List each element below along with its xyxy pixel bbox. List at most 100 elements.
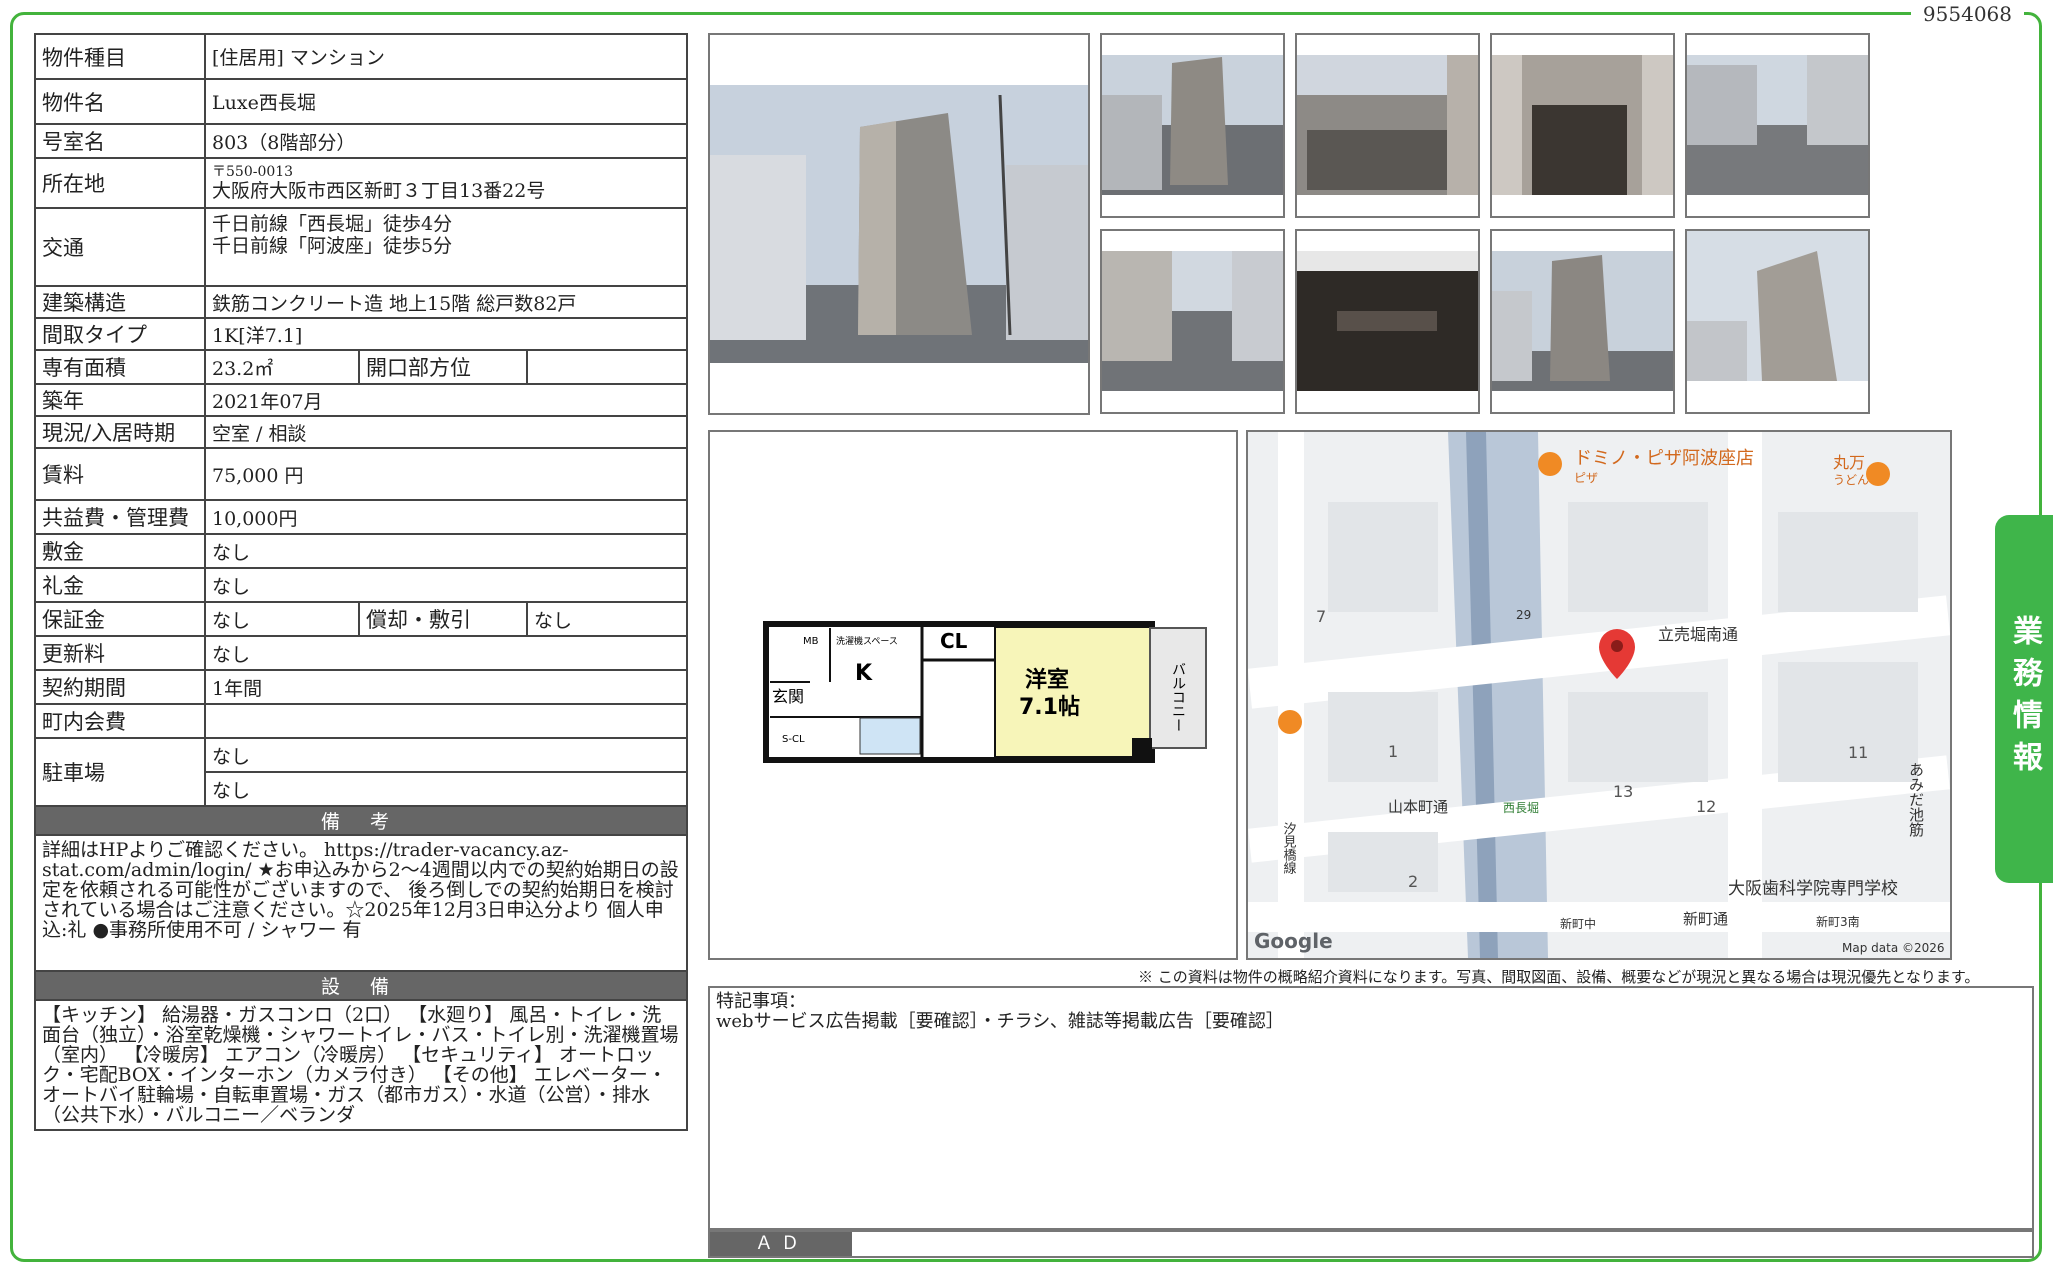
map-street-shiomibashi: 汐見橋線 xyxy=(1281,821,1297,874)
deposit-label: 敷金 xyxy=(34,533,206,569)
map-street-yamamoto: 山本町通 xyxy=(1388,798,1448,816)
renewal-label: 更新料 xyxy=(34,635,206,671)
photo-thumb-4-image xyxy=(1687,55,1868,195)
disclaimer: ※ この資料は物件の概略紹介資料になります。写真、間取図面、設備、概要などが現況… xyxy=(1138,968,1980,986)
property-info-table: 物件種目 [住居用] マンション 物件名 Luxe西長堀 号室名 803（8階部分） … xyxy=(33,33,689,1131)
photo-thumb-8[interactable] xyxy=(1685,229,1870,414)
photo-thumb-7-image xyxy=(1492,251,1673,391)
status-value: 空室 / 相談 xyxy=(203,415,689,449)
fee-value: 10,000円 xyxy=(203,499,689,535)
photo-thumb-5[interactable] xyxy=(1100,229,1285,414)
map-place-pizza: ピザ xyxy=(1574,471,1598,485)
photo-thumb-1[interactable] xyxy=(1100,33,1285,218)
type-label: 物件種目 xyxy=(34,33,206,80)
amort-label: 償却・敷引 xyxy=(358,601,528,637)
business-info-tab-label: 業務情報 xyxy=(2007,615,2042,783)
map-place-domino: ドミノ・ピザ阿波座店 xyxy=(1574,448,1754,469)
document-id: 9554068 xyxy=(1910,2,2024,26)
map-station-shinmachinaka: 新町中 xyxy=(1560,916,1596,931)
photo-thumb-3[interactable] xyxy=(1490,33,1675,218)
equipment-body: 【キッチン】 給湯器・ガスコンロ（2口） 【水廻り】 風呂・トイレ・洗面台（独立… xyxy=(33,999,689,1131)
renewal-value: なし xyxy=(203,635,689,671)
structure-value: 鉄筋コンクリート造 地上15階 総戸数82戸 xyxy=(203,285,689,319)
special-notes-body: webサービス広告掲載［要確認］・チラシ、雑誌等掲載広告［要確認］ xyxy=(716,1011,1284,1032)
rent-label: 賃料 xyxy=(34,447,206,501)
opening-value xyxy=(525,349,689,385)
floor-plan-entry-label: 玄関 xyxy=(772,687,804,706)
postal-code: 〒550-0013 xyxy=(212,163,294,180)
opening-label: 開口部方位 xyxy=(358,349,528,385)
keymoney-value: なし xyxy=(203,567,689,603)
address-label: 所在地 xyxy=(34,157,206,209)
floor-plan[interactable]: MB 洗濯機スペース CL K 玄関 S-CL 洋室 7.1帖 バルコニー xyxy=(708,430,1238,960)
floor-plan-drawing: MB 洗濯機スペース CL K 玄関 S-CL 洋室 7.1帖 バルコニー xyxy=(763,621,1207,763)
special-notes-title: 特記事項： xyxy=(716,991,806,1012)
type-value: [住居用] マンション xyxy=(203,33,689,80)
map-street-tachiuri: 立売堀南通 xyxy=(1658,625,1738,644)
parking-label: 駐車場 xyxy=(34,737,206,807)
photo-thumb-6[interactable] xyxy=(1295,229,1480,414)
map-block-11: 11 xyxy=(1848,743,1868,762)
floor-plan-scl-label: S-CL xyxy=(782,734,805,745)
built-label: 築年 xyxy=(34,383,206,417)
status-label: 現況/入居時期 xyxy=(34,415,206,449)
main-building-photo[interactable] xyxy=(708,33,1090,415)
map-block-12: 12 xyxy=(1696,797,1716,816)
floor-plan-mb-label: MB xyxy=(803,636,819,647)
remarks-header: 備 考 xyxy=(33,805,689,836)
location-map-drawing: ドミノ・ピザ阿波座店 ピザ 丸万 うどん 大阪歯科学院専門学校 立売堀南通 山本… xyxy=(1248,432,1950,958)
map-route-29: 29 xyxy=(1516,608,1531,622)
transit-cell: 千日前線「西長堀」徒歩4分 千日前線「阿波座」徒歩5分 xyxy=(203,207,689,287)
map-street-shinmachi: 新町通 xyxy=(1683,910,1728,928)
ad-label: ＡＤ xyxy=(710,1232,852,1256)
map-station-shinmachi3: 新町3南 xyxy=(1816,914,1860,929)
contract-label: 契約期間 xyxy=(34,669,206,705)
amort-value: なし xyxy=(525,601,689,637)
map-place-maruman: 丸万 xyxy=(1833,453,1865,472)
map-place-school: 大阪歯科学院専門学校 xyxy=(1728,879,1898,899)
transit-label: 交通 xyxy=(34,207,206,287)
photo-thumb-2-image xyxy=(1297,55,1478,195)
layout-label: 間取タイプ xyxy=(34,317,206,351)
floor-plan-room-name: 洋室 xyxy=(1025,667,1069,693)
remarks-body: 詳細はHPよりご確認ください。 https://trader-vacancy.a… xyxy=(33,834,689,972)
map-place-udon: うどん xyxy=(1833,473,1869,487)
map-google-logo: Google xyxy=(1254,929,1333,953)
map-block-1: 1 xyxy=(1388,742,1398,761)
business-info-tab[interactable]: 業務情報 xyxy=(1995,515,2053,883)
contract-value: 1年間 xyxy=(203,669,689,705)
map-block-7: 7 xyxy=(1316,607,1326,626)
parking-value-1: なし xyxy=(203,737,689,773)
floor-plan-kitchen-label: K xyxy=(855,661,873,686)
map-street-amidaike: あみだ池筋 xyxy=(1907,762,1925,838)
fee-label: 共益費・管理費 xyxy=(34,499,206,535)
guarantee-label: 保証金 xyxy=(34,601,206,637)
floor-plan-balcony-label: バルコニー xyxy=(1170,662,1186,732)
room-value: 803（8階部分） xyxy=(203,123,689,159)
photo-thumb-7[interactable] xyxy=(1490,229,1675,414)
photo-thumb-6-image xyxy=(1297,251,1478,391)
name-label: 物件名 xyxy=(34,78,206,125)
photo-thumb-8-image xyxy=(1687,231,1868,381)
area-value: 23.2㎡ xyxy=(204,349,360,385)
transit-line-1: 千日前線「西長堀」徒歩4分 xyxy=(212,213,453,235)
main-building-image xyxy=(710,35,1088,413)
photo-thumb-5-image xyxy=(1102,251,1283,391)
special-notes: 特記事項： webサービス広告掲載［要確認］・チラシ、雑誌等掲載広告［要確認］ xyxy=(708,986,2034,1230)
community-value xyxy=(203,703,689,739)
address-value: 大阪府大阪市西区新町３丁目13番22号 xyxy=(212,179,546,202)
deposit-value: なし xyxy=(203,533,689,569)
photo-thumb-2[interactable] xyxy=(1295,33,1480,218)
equipment-header: 設 備 xyxy=(33,970,689,1001)
guarantee-value: なし xyxy=(204,601,360,637)
photo-thumb-3-image xyxy=(1492,55,1673,195)
floor-plan-room-size: 7.1帖 xyxy=(1019,695,1080,720)
map-credit: Map data ©2026 xyxy=(1842,941,1945,955)
ad-bar: ＡＤ xyxy=(708,1230,2034,1258)
location-map[interactable]: ドミノ・ピザ阿波座店 ピザ 丸万 うどん 大阪歯科学院専門学校 立売堀南通 山本… xyxy=(1246,430,1952,960)
map-station-nishinagahori: 西長堀 xyxy=(1503,800,1539,815)
name-value: Luxe西長堀 xyxy=(203,78,689,125)
address-cell: 〒550-0013 大阪府大阪市西区新町３丁目13番22号 xyxy=(203,157,689,209)
photo-thumb-4[interactable] xyxy=(1685,33,1870,218)
parking-value-2: なし xyxy=(203,771,689,807)
